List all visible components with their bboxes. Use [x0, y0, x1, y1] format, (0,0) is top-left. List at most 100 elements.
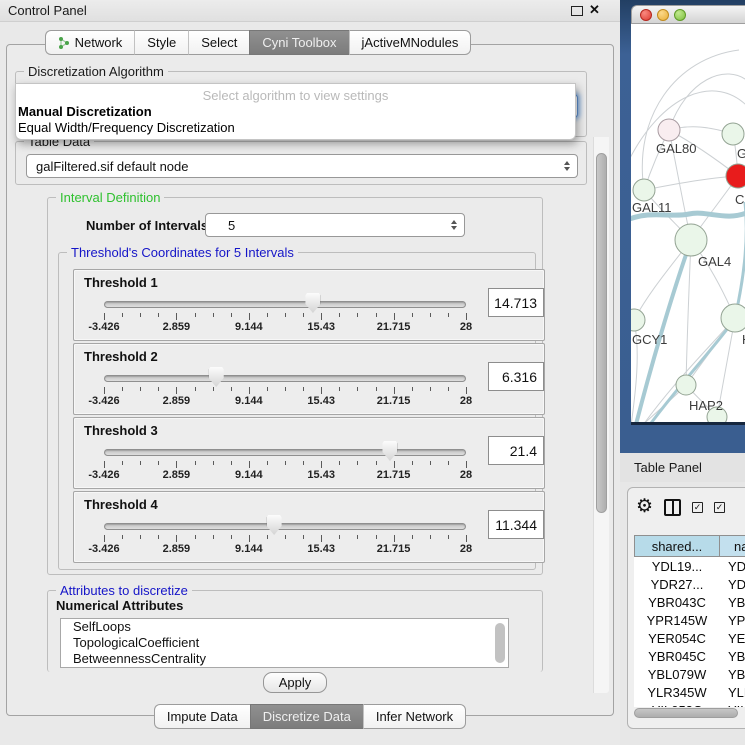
- threshold-value-field[interactable]: 21.4: [488, 436, 544, 465]
- tab-jactivemnodules[interactable]: jActiveMNodules: [349, 30, 472, 55]
- table-row[interactable]: YER054CYER0: [634, 629, 745, 647]
- algorithm-option-manual[interactable]: Manual Discretization: [18, 104, 574, 119]
- algorithm-dropdown-popup: Select algorithm to view settings Manual…: [15, 83, 576, 140]
- attributes-scrollbar-thumb[interactable]: [495, 623, 505, 663]
- tab-infer-network[interactable]: Infer Network: [363, 704, 466, 729]
- slider-handle[interactable]: [382, 441, 397, 461]
- slider-tick-label: 2.859: [163, 321, 191, 333]
- slider-tick: [376, 535, 377, 539]
- table-hscroll-thumb[interactable]: [634, 708, 738, 718]
- number-of-intervals-value: 5: [228, 218, 235, 233]
- tab-discretize-data[interactable]: Discretize Data: [250, 704, 363, 729]
- slider-tick: [285, 461, 286, 465]
- attribute-item-selfloops[interactable]: SelfLoops: [61, 619, 508, 635]
- table-horizontal-scrollbar[interactable]: [633, 707, 745, 720]
- tab-cyni-toolbox[interactable]: Cyni Toolbox: [249, 30, 348, 55]
- slider-track[interactable]: [104, 523, 466, 530]
- thresholds-group: Threshold's Coordinates for 5 Intervals …: [58, 252, 536, 570]
- number-of-intervals-spinner[interactable]: 5: [205, 213, 465, 237]
- node-label: GAL80: [656, 141, 696, 156]
- slider-tick: [158, 387, 159, 391]
- slider-tick-label: 28: [460, 395, 472, 407]
- zoom-traffic-light-icon[interactable]: [674, 9, 686, 21]
- slider-tick-label: 21.715: [377, 543, 411, 555]
- apply-button[interactable]: Apply: [263, 672, 327, 693]
- tab-network[interactable]: Network: [45, 30, 135, 55]
- slider-tick: [122, 461, 123, 465]
- discretization-algorithm-group-title: Discretization Algorithm: [24, 64, 168, 79]
- slider-track[interactable]: [104, 449, 466, 456]
- network-node-c[interactable]: [726, 164, 745, 188]
- node-table: shared... na YDL19...YDL1YDR27...YDR2YBR…: [634, 535, 745, 707]
- threshold-label: Threshold 3: [84, 423, 158, 438]
- column-header-name[interactable]: na: [720, 535, 745, 557]
- attribute-item-topologicalcoefficient[interactable]: TopologicalCoefficient: [61, 635, 508, 651]
- slider-tick: [158, 313, 159, 317]
- table-row[interactable]: YBR043CYBR0: [634, 593, 745, 611]
- network-node-h[interactable]: [721, 304, 745, 332]
- table-cell: YDL19...: [634, 557, 720, 575]
- slider-tick: [394, 461, 395, 468]
- slider-tick: [394, 313, 395, 320]
- network-window-titlebar[interactable]: [631, 5, 745, 24]
- column-header-shared-name[interactable]: shared...: [634, 535, 720, 557]
- slider-handle[interactable]: [267, 515, 282, 535]
- slider-tick: [104, 387, 105, 394]
- attribute-item-betweennesscentrality[interactable]: BetweennessCentrality: [61, 651, 508, 667]
- vertical-scrollbar-thumb[interactable]: [596, 153, 607, 513]
- network-node-gcy1[interactable]: [631, 309, 645, 331]
- network-node-gal4[interactable]: [675, 224, 707, 256]
- threshold-value-field[interactable]: 6.316: [488, 362, 544, 391]
- table-cell: YPR145W: [634, 611, 720, 629]
- table-row[interactable]: YPR145WYPR1: [634, 611, 745, 629]
- threshold-value-field[interactable]: 14.713: [488, 288, 544, 317]
- threshold-box-1: Threshold 1-3.4262.8599.14415.4321.71528…: [73, 269, 545, 341]
- algorithm-option-equal-width[interactable]: Equal Width/Frequency Discretization: [18, 120, 574, 135]
- slider-tick: [231, 313, 232, 317]
- slider-handle[interactable]: [209, 367, 224, 387]
- slider-tick: [140, 461, 141, 465]
- table-row[interactable]: YDR27...YDR2: [634, 575, 745, 593]
- close-icon[interactable]: ✕: [589, 2, 600, 18]
- network-node-hap2[interactable]: [676, 375, 696, 395]
- table-row[interactable]: YDL19...YDL1: [634, 557, 745, 575]
- threshold-label: Threshold 2: [84, 349, 158, 364]
- float-window-icon[interactable]: [571, 6, 583, 16]
- checkbox-icon[interactable]: ✓: [714, 502, 725, 513]
- slider-tick: [466, 535, 467, 542]
- table-cell: YER0: [720, 629, 745, 647]
- tab-style[interactable]: Style: [134, 30, 188, 55]
- vertical-scrollbar[interactable]: [593, 137, 609, 693]
- table-row[interactable]: YBL079WYBL0: [634, 665, 745, 683]
- network-node-gal80[interactable]: [658, 119, 680, 141]
- table-row[interactable]: YBR045CYBR0: [634, 647, 745, 665]
- slider-track[interactable]: [104, 301, 466, 308]
- checkbox-icon[interactable]: ✓: [692, 502, 703, 513]
- attributes-scrollbar[interactable]: [495, 621, 506, 665]
- interval-definition-group: Interval Definition Number of Intervals …: [47, 197, 543, 575]
- algorithm-hint: Select algorithm to view settings: [16, 88, 575, 103]
- tab-select[interactable]: Select: [188, 30, 249, 55]
- slider-track[interactable]: [104, 375, 466, 382]
- table-row[interactable]: YLR345WYLR3: [634, 683, 745, 701]
- slider-tick-label: 21.715: [377, 469, 411, 481]
- slider-tick: [213, 535, 214, 539]
- slider-tick: [267, 535, 268, 539]
- close-traffic-light-icon[interactable]: [640, 9, 652, 21]
- table-cell: YBR045C: [634, 647, 720, 665]
- slider-handle[interactable]: [305, 293, 320, 313]
- table-data-combo[interactable]: galFiltered.sif default node: [26, 154, 578, 178]
- threshold-value-field[interactable]: 11.344: [488, 510, 544, 539]
- gear-icon[interactable]: ⚙: [636, 497, 653, 517]
- number-of-intervals-label: Number of Intervals: [86, 218, 208, 233]
- split-pane-icon[interactable]: [664, 499, 681, 516]
- network-node-gal11[interactable]: [633, 179, 655, 201]
- slider-tick: [430, 461, 431, 465]
- numerical-attributes-list[interactable]: SelfLoopsTopologicalCoefficientBetweenne…: [60, 618, 509, 668]
- network-node-ga[interactable]: [722, 123, 744, 145]
- slider-tick: [267, 387, 268, 391]
- minimize-traffic-light-icon[interactable]: [657, 9, 669, 21]
- network-canvas[interactable]: GAL80GACGAL11GAL4GCY1HHAP2: [631, 24, 745, 422]
- tab-impute-data[interactable]: Impute Data: [154, 704, 250, 729]
- slider-tick-label: -3.426: [88, 469, 119, 481]
